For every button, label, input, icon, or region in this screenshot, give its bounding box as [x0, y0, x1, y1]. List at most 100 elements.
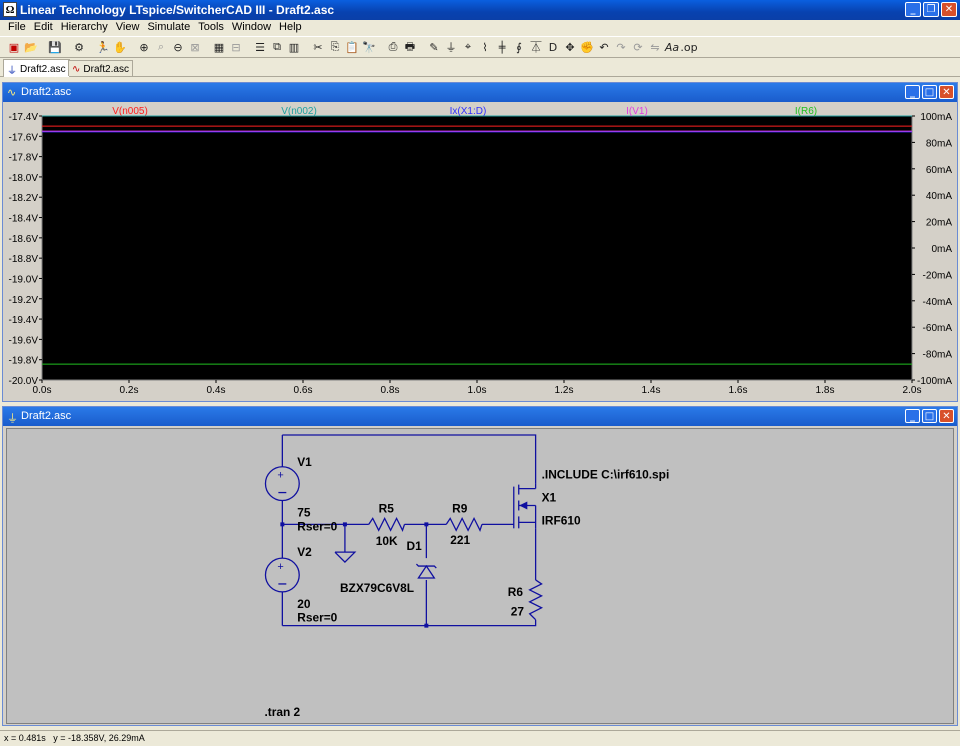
schematic-window-title-bar[interactable]: ⏚ Draft2.asc _ □ ✕	[3, 407, 957, 426]
menu-simulate[interactable]: Simulate	[143, 20, 194, 36]
voltage-source-v2[interactable]: +	[264, 557, 300, 593]
undo-icon[interactable]: ↶	[596, 39, 612, 55]
waveform-close-button[interactable]: ✕	[939, 85, 954, 99]
main-title-bar[interactable]: Ω Linear Technology LTspice/SwitcherCAD …	[0, 0, 960, 20]
mirror-icon[interactable]: ⇋	[647, 39, 663, 55]
run-icon[interactable]: 🏃	[95, 39, 111, 55]
tab-label: Draft2.asc	[20, 63, 66, 75]
control-panel-icon[interactable]: ⚙	[71, 39, 87, 55]
wire-icon[interactable]: ✎	[426, 39, 442, 55]
voltage-source-v1[interactable]: +	[264, 466, 300, 502]
wire	[282, 434, 537, 484]
inductor-icon[interactable]: ∮	[511, 39, 527, 55]
schematic-canvas[interactable]: + + V1 75 Rser=0 V2 20 Rser=0 R5 10K R9 …	[6, 428, 954, 724]
new-schematic-icon[interactable]: ▣	[6, 39, 22, 55]
x-tick-label: 0.2s	[120, 385, 139, 396]
cut-icon[interactable]: ✂	[310, 39, 326, 55]
resistor-r6[interactable]	[528, 579, 544, 621]
label-net-icon[interactable]: ⌖	[460, 39, 476, 55]
waveform-plot[interactable]: 0.0s 0.2s 0.4s 0.6s 0.8s 1.0s 1.2s 1.4s 1.6s 1.8s…	[6, 104, 954, 400]
schematic-window-title: Draft2.asc	[21, 410, 72, 422]
close-button[interactable]: ✕	[941, 2, 957, 17]
tile-horizontal-icon[interactable]: ☰	[252, 39, 268, 55]
legend-label[interactable]: I(V1)	[626, 106, 648, 117]
waveform-maximize-button[interactable]: □	[922, 85, 937, 99]
waveform-window: ∿ Draft2.asc _ □ ✕ 0.0s 0.2s 0.4s 0.6s 0.8s 1…	[2, 82, 958, 402]
r6-value: 27	[511, 605, 525, 619]
zoom-out-icon[interactable]: ⊖	[170, 39, 186, 55]
waveform-window-title-bar[interactable]: ∿ Draft2.asc _ □ ✕	[3, 83, 957, 102]
ground-icon[interactable]: ⏚	[443, 39, 459, 55]
drag-icon[interactable]: ✊	[579, 39, 595, 55]
legend-label[interactable]: V(n005)	[112, 106, 148, 117]
capacitor-icon[interactable]: ╪	[494, 39, 510, 55]
v1-name: V1	[297, 455, 312, 469]
diode-icon[interactable]: ⏄	[528, 39, 544, 55]
menu-tools[interactable]: Tools	[194, 20, 228, 36]
tile-vertical-icon[interactable]: ▥	[286, 39, 302, 55]
minimize-button[interactable]: _	[905, 2, 921, 17]
restore-button[interactable]: ❐	[923, 2, 939, 17]
menu-help[interactable]: Help	[275, 20, 306, 36]
halt-icon[interactable]: ✋	[112, 39, 128, 55]
menu-window[interactable]: Window	[228, 20, 275, 36]
y-left-tick-label: -20.0V	[9, 376, 39, 387]
r5-name: R5	[379, 501, 395, 515]
save-icon[interactable]: 💾	[47, 39, 63, 55]
y-right-tick-label: 100mA	[920, 112, 952, 123]
waveform-minimize-button[interactable]: _	[905, 85, 920, 99]
tab-waveform[interactable]: ∿ Draft2.asc	[68, 60, 133, 76]
tab-label: Draft2.asc	[83, 63, 129, 75]
menu-edit[interactable]: Edit	[30, 20, 57, 36]
print-icon[interactable]: 🖶	[402, 39, 418, 55]
resistor-r9[interactable]	[445, 516, 483, 532]
y-left-tick-label: -17.6V	[9, 132, 39, 143]
y-left-tick-label: -19.6V	[9, 335, 39, 346]
window-title: Linear Technology LTspice/SwitcherCAD II…	[20, 3, 335, 17]
ground-icon[interactable]	[334, 551, 357, 564]
legend-label[interactable]: Ix(X1:D)	[450, 106, 487, 117]
delete-trace-icon[interactable]: ⊟	[228, 39, 244, 55]
zoom-in-icon[interactable]: ⊕	[136, 39, 152, 55]
waveform-icon: ∿	[7, 86, 17, 99]
autorange-icon[interactable]: ▦	[211, 39, 227, 55]
tran-directive[interactable]: .tran 2	[264, 705, 300, 719]
include-directive[interactable]: .INCLUDE C:\irf610.spi	[542, 468, 670, 482]
zener-diode-d1[interactable]	[415, 563, 437, 579]
x-tick-label: 1.4s	[642, 385, 661, 396]
schematic-maximize-button[interactable]: □	[922, 409, 937, 423]
r9-name: R9	[452, 501, 468, 515]
move-icon[interactable]: ✥	[562, 39, 578, 55]
paste-icon[interactable]: 📋	[344, 39, 360, 55]
legend-label[interactable]: I(R6)	[795, 106, 817, 117]
resistor-icon[interactable]: ⌇	[477, 39, 493, 55]
resistor-r5[interactable]	[368, 516, 406, 532]
pan-icon[interactable]: ⌕	[153, 39, 169, 55]
menu-hierarchy[interactable]: Hierarchy	[57, 20, 112, 36]
copy-icon[interactable]: ⎘	[327, 39, 343, 55]
print-setup-icon[interactable]: ⎙	[385, 39, 401, 55]
plot-area[interactable]	[41, 115, 913, 381]
v1-rser: Rser=0	[297, 519, 337, 533]
cascade-icon[interactable]: ⧉	[269, 39, 285, 55]
x-tick-label: 0.4s	[207, 385, 226, 396]
x-tick-label: 0.8s	[381, 385, 400, 396]
mosfet-x1[interactable]	[513, 483, 537, 529]
open-icon[interactable]: 📂	[23, 39, 39, 55]
schematic-close-button[interactable]: ✕	[939, 409, 954, 423]
tab-schematic[interactable]: ⏚ Draft2.asc	[3, 59, 70, 77]
schematic-minimize-button[interactable]: _	[905, 409, 920, 423]
text-icon[interactable]: Aa	[664, 39, 680, 55]
redo-icon[interactable]: ↷	[613, 39, 629, 55]
menu-file[interactable]: File	[4, 20, 30, 36]
rotate-icon[interactable]: ⟳	[630, 39, 646, 55]
component-icon[interactable]: D	[545, 39, 561, 55]
document-tab-bar: ⏚ Draft2.asc ∿ Draft2.asc	[0, 59, 960, 77]
y-left-tick-label: -18.0V	[9, 173, 39, 184]
legend-label[interactable]: V(n002)	[281, 106, 317, 117]
spice-directive-icon[interactable]: .op	[680, 39, 697, 55]
menu-view[interactable]: View	[112, 20, 144, 36]
zoom-fit-icon[interactable]: ⊠	[187, 39, 203, 55]
v2-value: 20	[297, 597, 311, 611]
find-icon[interactable]: 🔭	[361, 39, 377, 55]
